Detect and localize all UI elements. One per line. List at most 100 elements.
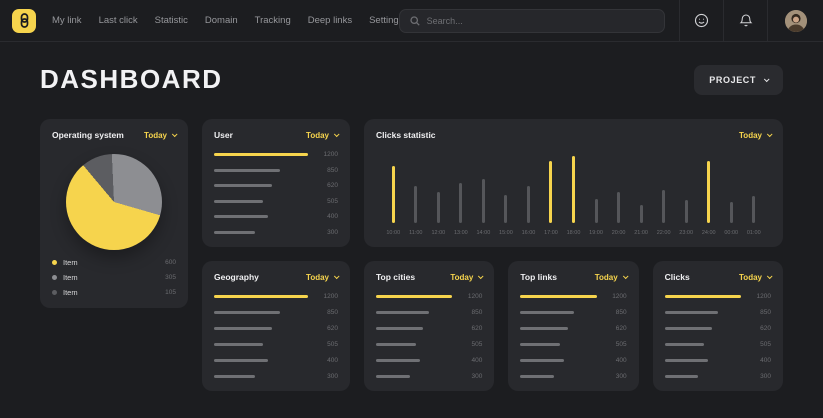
chevron-down-icon	[334, 273, 340, 279]
bar-value: 850	[460, 309, 482, 316]
card-geography: Geography Today 1200850620505400300	[202, 261, 350, 391]
period-dropdown[interactable]: Today	[144, 131, 176, 140]
bar-row: 620	[214, 325, 338, 332]
app-logo[interactable]	[12, 9, 36, 33]
card-clicks: Clicks Today 1200850620505400300	[653, 261, 783, 391]
chart-column: 24:00	[697, 152, 720, 236]
bar	[520, 375, 554, 378]
chart-column: 14:00	[472, 152, 495, 236]
nav-links: My link Last click Statistic Domain Trac…	[52, 15, 399, 26]
search-input[interactable]	[427, 16, 654, 26]
cards-grid: Operating system Today Item600Item305Ite…	[0, 95, 823, 391]
bar-value: 1200	[749, 293, 771, 300]
os-legend: Item600Item305Item105	[52, 258, 176, 297]
bar	[520, 327, 567, 330]
legend-dot	[52, 260, 57, 265]
card-operating-system: Operating system Today Item600Item305Ite…	[40, 119, 188, 308]
nav-item-domain[interactable]: Domain	[205, 15, 238, 26]
bar-value: 850	[749, 309, 771, 316]
clicks-bar-chart: 1200850620505400300	[665, 290, 771, 380]
chevron-down-icon	[478, 273, 484, 279]
bar-value: 505	[460, 341, 482, 348]
bar	[662, 190, 665, 223]
x-axis-label: 12:00	[431, 230, 445, 236]
bar-value: 300	[460, 373, 482, 380]
chart-column: 12:00	[427, 152, 450, 236]
nav-item-tracking[interactable]: Tracking	[255, 15, 291, 26]
x-axis-label: 19:00	[589, 230, 603, 236]
chevron-down-icon	[623, 273, 629, 279]
search-icon	[410, 16, 420, 26]
bar	[549, 161, 552, 223]
period-dropdown[interactable]: Today	[306, 273, 338, 282]
x-axis-label: 18:00	[567, 230, 581, 236]
bar-value: 400	[605, 357, 627, 364]
bar-row: 300	[665, 373, 771, 380]
chart-column: 16:00	[517, 152, 540, 236]
x-axis-label: 20:00	[612, 230, 626, 236]
bar	[376, 359, 420, 362]
card-title: User	[214, 130, 233, 140]
notifications-button[interactable]	[723, 0, 767, 42]
nav-item-my-link[interactable]: My link	[52, 15, 82, 26]
user-avatar	[785, 10, 807, 32]
chart-column: 20:00	[607, 152, 630, 236]
x-axis-label: 13:00	[454, 230, 468, 236]
nav-item-last-click[interactable]: Last click	[99, 15, 138, 26]
nav-item-deep-links[interactable]: Deep links	[308, 15, 352, 26]
feedback-button[interactable]	[679, 0, 723, 42]
chevron-down-icon	[764, 76, 770, 82]
project-dropdown-button[interactable]: PROJECT	[694, 65, 783, 95]
bar	[214, 327, 272, 330]
nav-item-setting[interactable]: Setting	[369, 15, 399, 26]
bar-value: 400	[460, 357, 482, 364]
bar	[617, 192, 620, 223]
bar-row: 400	[520, 357, 626, 364]
x-axis-label: 00:00	[724, 230, 738, 236]
profile-button[interactable]	[767, 0, 823, 42]
x-axis-label: 23:00	[679, 230, 693, 236]
chevron-down-icon	[767, 131, 773, 137]
bar-row: 300	[214, 373, 338, 380]
bar	[437, 192, 440, 223]
bar-value: 505	[605, 341, 627, 348]
card-title: Top links	[520, 272, 557, 282]
period-dropdown[interactable]: Today	[306, 131, 338, 140]
bar-value: 620	[316, 325, 338, 332]
bar-row: 505	[214, 198, 338, 205]
bar	[752, 196, 755, 223]
bar-row: 300	[214, 229, 338, 236]
smiley-icon	[694, 13, 709, 28]
legend-value: 305	[165, 274, 176, 281]
card-top-links: Top links Today 1200850620505400300	[508, 261, 638, 391]
bar	[214, 375, 255, 378]
period-dropdown[interactable]: Today	[450, 273, 482, 282]
bar-row: 400	[665, 357, 771, 364]
period-dropdown[interactable]: Today	[595, 273, 627, 282]
bar-row: 1200	[520, 293, 626, 300]
bar-value: 850	[316, 167, 338, 174]
bar-row: 400	[376, 357, 482, 364]
bar	[392, 166, 395, 223]
bar	[214, 184, 272, 187]
bar-row: 620	[214, 182, 338, 189]
period-dropdown[interactable]: Today	[739, 131, 771, 140]
bar-row: 620	[376, 325, 482, 332]
bar-row: 505	[214, 341, 338, 348]
nav-item-statistic[interactable]: Statistic	[155, 15, 188, 26]
project-button-label: PROJECT	[709, 75, 756, 85]
bar-row: 505	[520, 341, 626, 348]
bar-value: 505	[749, 341, 771, 348]
bar-row: 300	[376, 373, 482, 380]
chart-column: 10:00	[382, 152, 405, 236]
period-dropdown[interactable]: Today	[739, 273, 771, 282]
bar-value: 1200	[316, 293, 338, 300]
bar	[665, 343, 705, 346]
top-links-bar-chart: 1200850620505400300	[520, 290, 626, 380]
x-axis-label: 17:00	[544, 230, 558, 236]
x-axis-label: 21:00	[634, 230, 648, 236]
card-title: Clicks	[665, 272, 690, 282]
card-title: Top cities	[376, 272, 415, 282]
navbar: My link Last click Statistic Domain Trac…	[0, 0, 823, 42]
bar	[665, 375, 699, 378]
